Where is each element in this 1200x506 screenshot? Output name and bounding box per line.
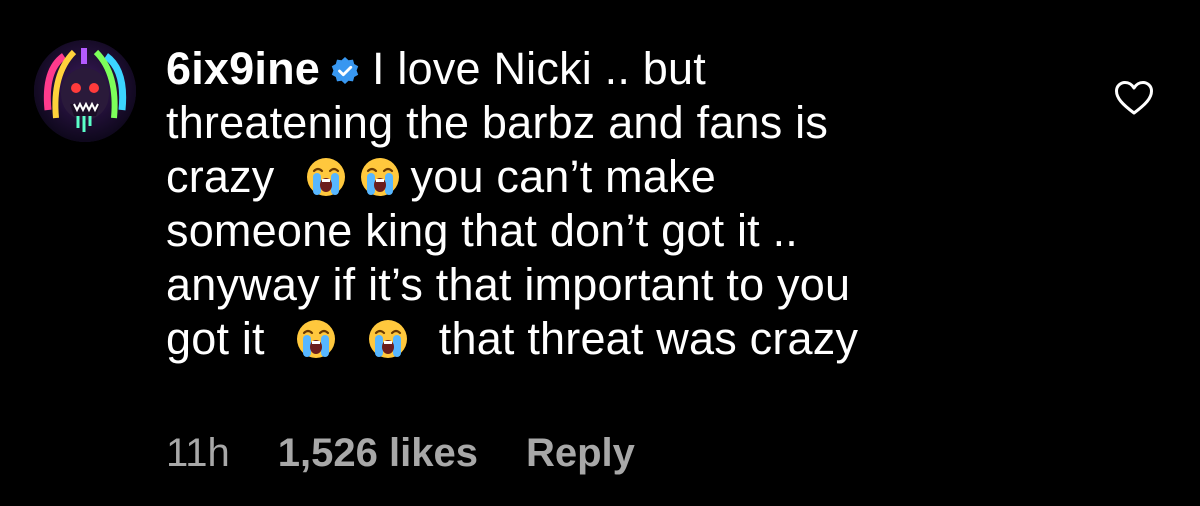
timestamp: 11h bbox=[166, 431, 230, 475]
comment-line: anyway if it’s that important to you bbox=[166, 258, 986, 312]
comment-body: 6ix9ine I love Nicki .. but threatening … bbox=[166, 42, 986, 366]
comment-line: threatening the barbz and fans is bbox=[166, 96, 986, 150]
heart-outline-icon[interactable] bbox=[1114, 80, 1154, 116]
comment-meta: 11h 1,526 likes Reply bbox=[166, 428, 635, 478]
comment-text: crazy bbox=[166, 151, 275, 202]
avatar-image bbox=[34, 40, 136, 142]
comment: 6ix9ine I love Nicki .. but threatening … bbox=[0, 0, 1200, 506]
comment-line: someone king that don’t got it .. bbox=[166, 204, 986, 258]
verified-badge-icon bbox=[331, 57, 359, 84]
loudly-crying-face-icon bbox=[368, 320, 407, 358]
avatar[interactable] bbox=[34, 40, 136, 142]
username-link[interactable]: 6ix9ine bbox=[166, 43, 320, 94]
comment-line: crazy you can’t make bbox=[166, 150, 986, 204]
loudly-crying-face-icon bbox=[306, 158, 345, 196]
comment-text: threatening the barbz and fans is bbox=[166, 97, 829, 148]
comment-text: someone king that don’t got it .. bbox=[166, 205, 798, 256]
comment-line: 6ix9ine I love Nicki .. but bbox=[166, 42, 986, 96]
comment-text: got it bbox=[166, 313, 265, 364]
loudly-crying-face-icon bbox=[360, 158, 399, 196]
likes-count-link[interactable]: 1,526 likes bbox=[278, 428, 478, 478]
loudly-crying-face-icon bbox=[296, 320, 335, 358]
comment-text: anyway if it’s that important to you bbox=[166, 259, 851, 310]
reply-button[interactable]: Reply bbox=[526, 428, 635, 478]
comment-text: that threat was crazy bbox=[438, 313, 859, 364]
comment-text: I love Nicki .. but bbox=[372, 43, 706, 94]
comment-line: got it that threat was crazy bbox=[166, 312, 986, 366]
comment-text: you can’t make bbox=[410, 151, 716, 202]
